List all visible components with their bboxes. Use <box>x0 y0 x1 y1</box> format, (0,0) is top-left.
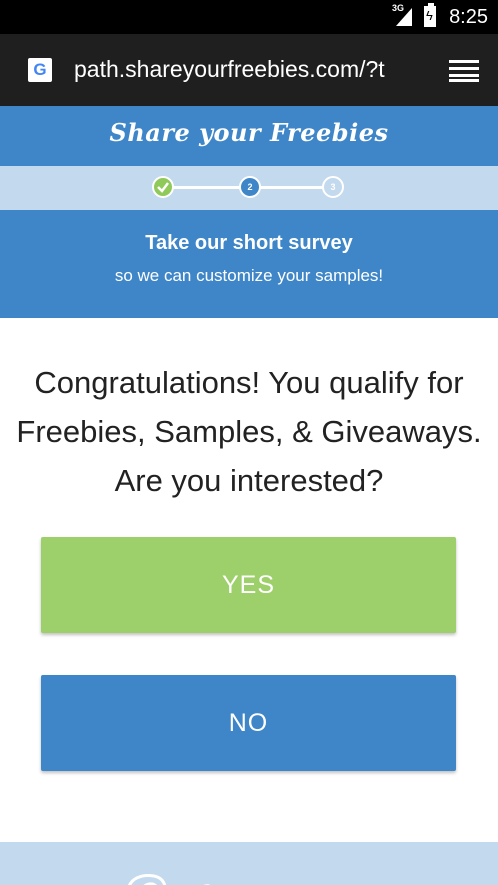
question-line: Congratulations! You qualify for <box>34 365 464 400</box>
status-time: 8:25 <box>449 6 488 28</box>
battery-charging-icon: ϟ <box>424 3 436 27</box>
step-2-current: 2 <box>239 176 261 198</box>
yes-button[interactable]: YES <box>41 537 456 633</box>
google-icon: G <box>28 58 52 82</box>
step-connector <box>172 186 242 189</box>
survey-banner: Take our short survey so we can customiz… <box>0 210 498 318</box>
question-text: Congratulations! You qualify for Freebie… <box>0 358 498 505</box>
brand-header: Share your Freebies <box>0 106 498 166</box>
step-3-pending: 3 <box>322 176 344 198</box>
browser-url-bar[interactable]: G path.shareyourfreebies.com/?t <box>0 34 498 106</box>
no-button[interactable]: NO <box>41 675 456 771</box>
step-1-complete <box>152 176 174 198</box>
step-connector <box>259 186 325 189</box>
footer-logo-icon <box>127 874 211 885</box>
status-bar: 3G ϟ 8:25 <box>0 0 498 34</box>
survey-title: Take our short survey <box>145 232 353 254</box>
tabs-switcher-icon[interactable] <box>446 56 482 84</box>
question-line: Are you interested? <box>114 463 384 498</box>
check-icon <box>157 182 169 193</box>
survey-subtitle: so we can customize your samples! <box>114 266 384 285</box>
footer-band <box>0 842 498 885</box>
progress-steps: 2 3 <box>0 166 498 210</box>
signal-strength-icon <box>396 8 412 26</box>
question-line: Freebies, Samples, & Giveaways. <box>16 414 482 449</box>
brand-logo: Share your Freebies <box>109 118 389 147</box>
url-text[interactable]: path.shareyourfreebies.com/?t <box>74 56 420 83</box>
